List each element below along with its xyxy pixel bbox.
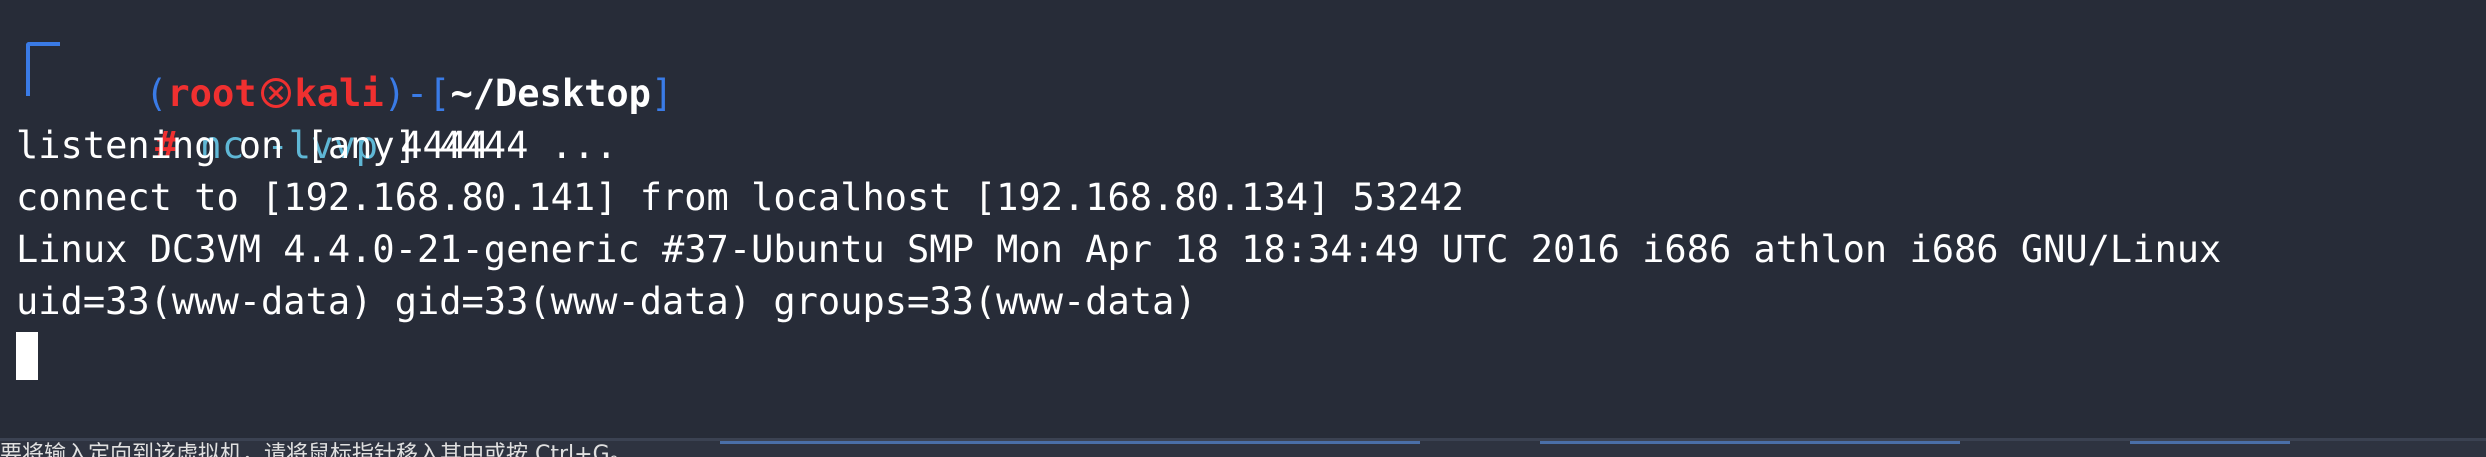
output-line: Linux DC3VM 4.4.0-21-generic #37-Ubuntu … xyxy=(16,228,2222,271)
output-line: uid=33(www-data) gid=33(www-data) groups… xyxy=(16,280,1197,323)
status-bar-segment xyxy=(1540,441,1960,444)
prompt-close-bracket: ] xyxy=(650,72,674,115)
status-bar-text: 要将输入定向到该虚拟机，请将鼠标指针移入其中或按 Ctrl+G。 xyxy=(0,442,632,457)
command-line: # nc -lvvp 4444 xyxy=(66,68,489,167)
prompt-frame-top xyxy=(26,42,60,96)
output-line: listening on [any] 4444 ... xyxy=(16,124,618,167)
text-cursor xyxy=(16,332,38,380)
vm-status-bar: 要将输入定向到该虚拟机，请将鼠标指针移入其中或按 Ctrl+G。 xyxy=(0,438,2486,457)
status-bar-segment xyxy=(720,441,1420,444)
terminal-window[interactable]: (root kali)-[~/Desktop] # nc -lvvp 4444 l… xyxy=(0,0,2486,438)
status-bar-segment xyxy=(2130,441,2290,444)
output-line: connect to [192.168.80.141] from localho… xyxy=(16,176,1464,219)
prompt-line: (root kali)-[~/Desktop] xyxy=(56,16,673,115)
